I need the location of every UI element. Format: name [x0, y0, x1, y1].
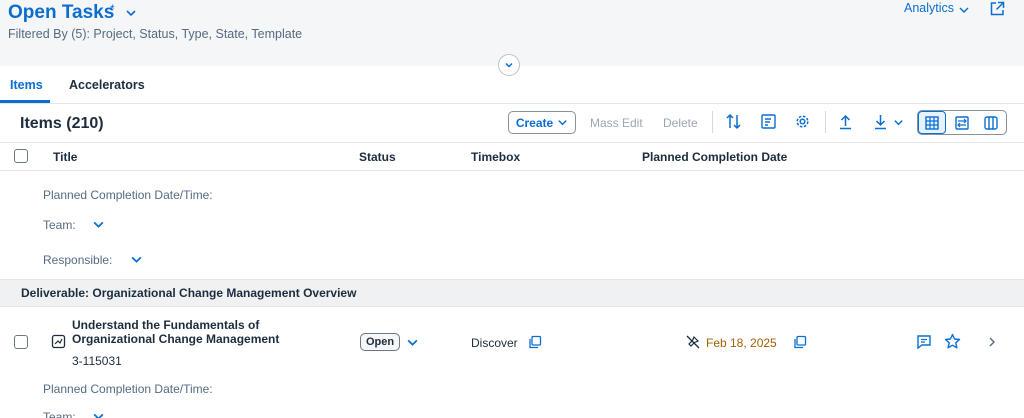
- chevron-down-icon: [558, 120, 567, 126]
- team-chevron-down-icon[interactable]: [92, 218, 105, 231]
- timebox-copy-icon[interactable]: [528, 335, 542, 349]
- planned-completion-date: Feb 18, 2025: [706, 336, 777, 350]
- upload-icon[interactable]: [837, 113, 854, 130]
- settings-gear-icon[interactable]: [794, 113, 811, 130]
- column-timebox[interactable]: Timebox: [471, 150, 520, 164]
- table-title: Items (210): [20, 115, 104, 132]
- collapse-header-button[interactable]: [498, 54, 520, 76]
- team-label: Team:: [43, 218, 76, 232]
- timebox-value: Discover: [471, 336, 518, 350]
- planned-completion-label: Planned Completion Date/Time:: [43, 382, 213, 396]
- toolbar-separator: [712, 111, 713, 133]
- team-chevron-down-icon[interactable]: [92, 410, 105, 418]
- columns-view-icon[interactable]: [983, 115, 999, 131]
- export-download-icon[interactable]: [872, 113, 889, 130]
- divider: [0, 142, 1024, 143]
- responsible-chevron-down-icon[interactable]: [130, 253, 143, 266]
- delete-button[interactable]: Delete: [663, 116, 698, 130]
- group-icon[interactable]: [760, 113, 777, 130]
- share-icon[interactable]: [989, 1, 1005, 17]
- table-view-icon[interactable]: [924, 115, 940, 131]
- status-chevron-down-icon[interactable]: [406, 336, 419, 349]
- favorite-star-icon[interactable]: [944, 333, 961, 350]
- task-title[interactable]: Understand the Fundamentals of Organizat…: [72, 318, 302, 346]
- group-header-label: Deliverable: Organizational Change Manag…: [21, 286, 357, 300]
- tab-accelerators[interactable]: Accelerators: [69, 78, 145, 92]
- analytics-chevron-down-icon[interactable]: [958, 4, 970, 16]
- variant-chevron-down-icon[interactable]: [124, 6, 138, 20]
- export-chevron-down-icon[interactable]: [893, 117, 904, 128]
- create-button[interactable]: Create: [508, 111, 576, 134]
- tab-items[interactable]: Items: [10, 78, 43, 92]
- team-label: Team:: [43, 410, 76, 418]
- column-status[interactable]: Status: [359, 150, 396, 164]
- column-title[interactable]: Title: [53, 150, 77, 164]
- chevron-down-icon: [505, 62, 513, 68]
- task-type-icon: [51, 334, 66, 349]
- divider: [0, 170, 1024, 171]
- no-pin-icon: [685, 334, 701, 350]
- select-all-checkbox[interactable]: [14, 149, 28, 163]
- page-title[interactable]: Open Tasks: [8, 2, 114, 24]
- filter-summary: Filtered By (5): Project, Status, Type, …: [8, 27, 303, 41]
- unsaved-marker: *: [110, 2, 115, 16]
- responsible-label: Responsible:: [43, 253, 113, 267]
- analytics-menu-button[interactable]: Analytics: [904, 1, 954, 15]
- column-planned-completion-date[interactable]: Planned Completion Date: [642, 150, 787, 164]
- compare-view-icon[interactable]: [954, 115, 970, 131]
- sort-icon[interactable]: [725, 113, 742, 130]
- row-checkbox[interactable]: [14, 335, 28, 349]
- create-label: Create: [515, 115, 554, 130]
- status-badge[interactable]: Open: [360, 333, 401, 351]
- mass-edit-button[interactable]: Mass Edit: [590, 116, 643, 130]
- navigate-chevron-right-icon[interactable]: [987, 336, 997, 348]
- comment-icon[interactable]: [916, 334, 932, 350]
- toolbar-separator: [825, 111, 826, 133]
- planned-completion-label: Planned Completion Date/Time:: [43, 188, 213, 202]
- date-copy-icon[interactable]: [793, 335, 807, 349]
- task-id: 3-115031: [72, 354, 122, 368]
